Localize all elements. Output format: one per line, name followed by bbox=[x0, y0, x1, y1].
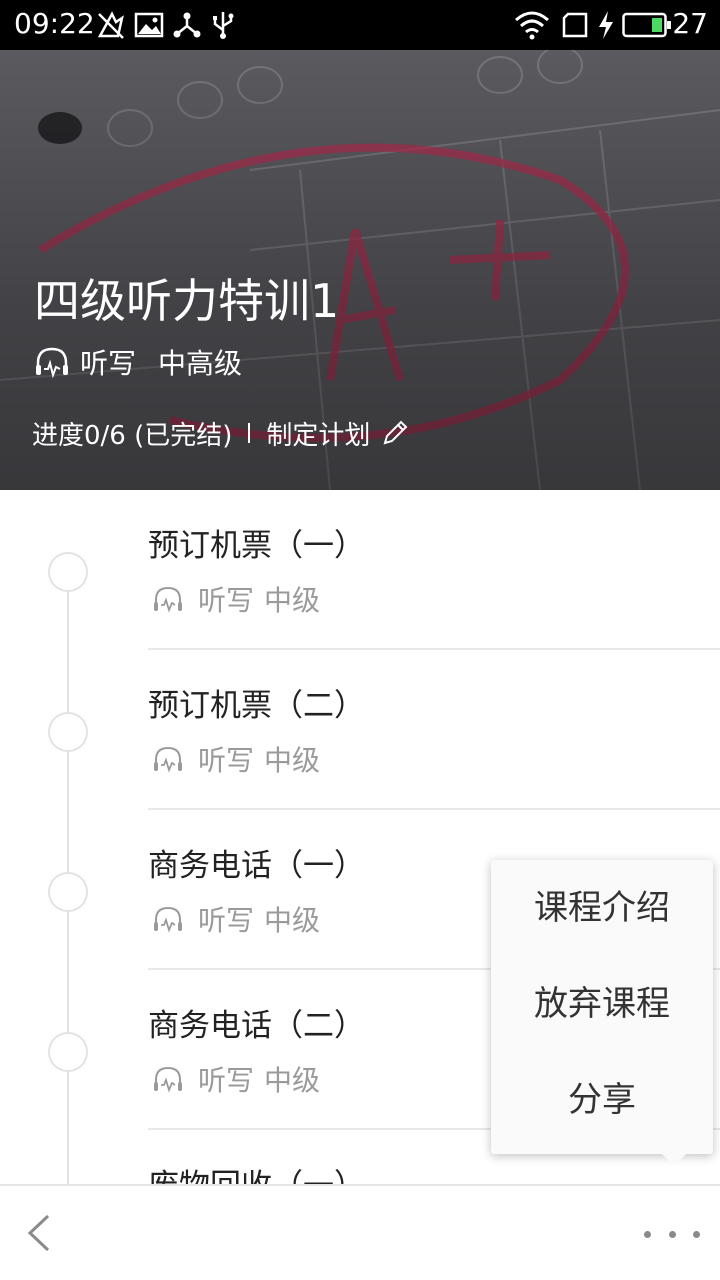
menu-pointer bbox=[660, 1152, 688, 1166]
headphone-icon bbox=[154, 906, 182, 933]
course-meta: 听写 中高级 bbox=[34, 342, 242, 382]
lesson-type: 听写 bbox=[198, 584, 255, 617]
lesson-name: 预订机票（一） bbox=[148, 528, 365, 564]
lesson-meta: 听写 中级 bbox=[152, 742, 321, 777]
course-title: 四级听力特训1 bbox=[34, 274, 340, 328]
make-plan-button[interactable]: 制定计划 bbox=[266, 415, 370, 452]
status-time: 09:22 bbox=[14, 7, 95, 40]
lesson-meta: 听写 中级 bbox=[152, 582, 321, 617]
lesson-name: 预订机票（二） bbox=[148, 688, 365, 724]
more-options-icon[interactable] bbox=[644, 1224, 700, 1244]
course-progress-row: 进度0/6 (已完结) 制定计划 bbox=[32, 413, 410, 453]
lesson-level: 中级 bbox=[264, 584, 321, 617]
lesson-status-dot bbox=[48, 872, 88, 912]
battery-icon bbox=[622, 11, 672, 43]
overflow-menu: 课程介绍 放弃课程 分享 bbox=[491, 860, 713, 1154]
headphone-icon bbox=[154, 1066, 182, 1093]
headphone-icon bbox=[154, 746, 182, 773]
lesson-item[interactable]: 预订机票（二） 听写 中级 bbox=[0, 650, 720, 810]
status-bar: 09:22 27 bbox=[0, 0, 720, 50]
sim-icon bbox=[560, 10, 590, 44]
bottom-toolbar bbox=[0, 1184, 720, 1280]
battery-level: 27 bbox=[672, 7, 708, 40]
share-icon bbox=[172, 10, 202, 44]
course-level: 中高级 bbox=[158, 347, 243, 380]
lesson-type: 听写 bbox=[198, 1064, 255, 1097]
lesson-level: 中级 bbox=[264, 904, 321, 937]
lesson-name: 商务电话（一） bbox=[148, 848, 365, 884]
menu-item-course-intro[interactable]: 课程介绍 bbox=[491, 860, 713, 956]
lesson-level: 中级 bbox=[264, 1064, 321, 1097]
back-icon[interactable] bbox=[20, 1208, 60, 1258]
lesson-name: 商务电话（二） bbox=[148, 1008, 365, 1044]
course-progress: 进度0/6 (已完结) bbox=[32, 420, 233, 451]
headphone-icon bbox=[154, 586, 182, 613]
lesson-type: 听写 bbox=[198, 904, 255, 937]
lesson-item[interactable]: 预订机票（一） 听写 中级 bbox=[0, 490, 720, 650]
lesson-meta: 听写 中级 bbox=[152, 902, 321, 937]
lesson-status-dot bbox=[48, 712, 88, 752]
image-icon bbox=[134, 10, 164, 44]
lesson-type: 听写 bbox=[198, 744, 255, 777]
course-type: 听写 bbox=[80, 347, 137, 380]
menu-item-quit-course[interactable]: 放弃课程 bbox=[491, 956, 713, 1052]
menu-item-share[interactable]: 分享 bbox=[491, 1052, 713, 1148]
course-header: 四级听力特训1 听写 中高级 进度0/6 (已完结) 制定计划 bbox=[0, 50, 720, 490]
usb-icon bbox=[208, 10, 238, 44]
lesson-status-dot bbox=[48, 1032, 88, 1072]
lesson-level: 中级 bbox=[264, 744, 321, 777]
notification-icon bbox=[96, 10, 126, 44]
charging-icon bbox=[596, 10, 616, 44]
lesson-meta: 听写 中级 bbox=[152, 1062, 321, 1097]
progress-divider bbox=[248, 423, 251, 443]
wifi-icon bbox=[514, 10, 550, 44]
pencil-icon[interactable] bbox=[380, 418, 410, 448]
headphone-icon bbox=[36, 347, 68, 379]
lesson-name: 废物回收（一） bbox=[148, 1168, 365, 1186]
lesson-status-dot bbox=[48, 552, 88, 592]
